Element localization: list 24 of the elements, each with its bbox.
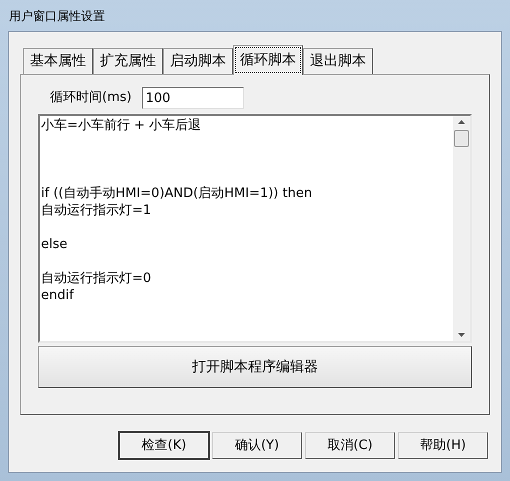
dialog-button[interactable]: 取消(C) bbox=[305, 432, 395, 459]
code-line: 自动运行指示灯=1 bbox=[41, 202, 152, 219]
code-line: endif bbox=[41, 287, 75, 304]
dialog-button[interactable]: 检查(K) bbox=[119, 432, 209, 459]
open-editor-button[interactable]: 打开脚本程序编辑器 bbox=[38, 346, 472, 388]
tab[interactable]: 基本属性 bbox=[23, 48, 93, 74]
scroll-thumb[interactable] bbox=[454, 130, 469, 147]
dialog-button[interactable]: 确认(Y) bbox=[212, 432, 302, 459]
tab[interactable]: 启动脚本 bbox=[163, 48, 233, 74]
code-line: 小车=小车前行 + 小车后退 bbox=[41, 117, 202, 134]
code-line: else bbox=[41, 236, 68, 253]
code-line: if ((自动手动HMI=0)AND(启动HMI=1)) then bbox=[41, 185, 314, 202]
tab[interactable]: 扩充属性 bbox=[93, 48, 163, 74]
tab[interactable]: 退出脚本 bbox=[303, 48, 373, 74]
tab[interactable]: 循环脚本 bbox=[233, 45, 303, 75]
scroll-up-icon[interactable] bbox=[458, 120, 465, 124]
dialog-button[interactable]: 帮助(H) bbox=[398, 432, 488, 459]
scrollbar[interactable] bbox=[453, 116, 470, 341]
scroll-down-icon[interactable] bbox=[458, 333, 465, 337]
loop-time-label: 循环时间(ms) bbox=[50, 89, 132, 108]
window-title: 用户窗口属性设置 bbox=[9, 8, 105, 25]
script-editor[interactable]: 小车=小车前行 + 小车后退 if ((自动手动HMI=0)AND(启动HMI=1)) then 自动运行指示灯=1 else 自动运行指示灯=0 endif bbox=[38, 114, 472, 343]
code-line: 自动运行指示灯=0 bbox=[41, 270, 152, 287]
loop-time-field[interactable]: 100 bbox=[142, 87, 244, 109]
